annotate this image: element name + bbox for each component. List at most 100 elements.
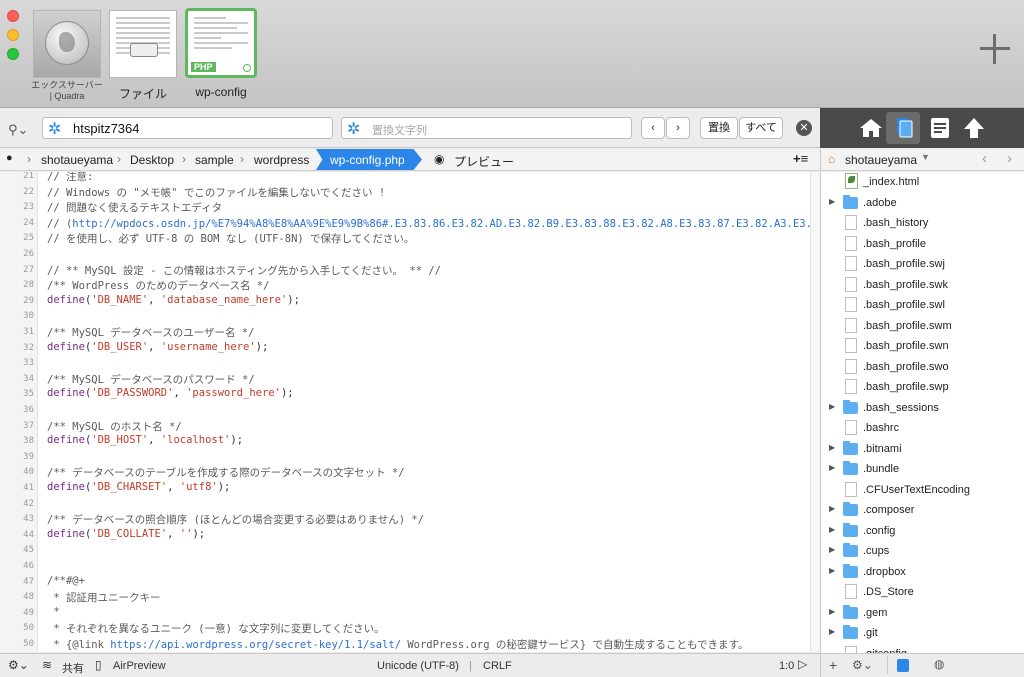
add-icon[interactable]: + [829,657,837,673]
replace-button[interactable]: 置換 [700,117,738,139]
breadcrumb-item[interactable]: shotaueyama [41,153,113,167]
folder-item[interactable]: ▶ .config [821,521,1024,541]
breadcrumb-active-file[interactable]: wp-config.php [316,149,422,170]
file-item[interactable]: .bash_profile [821,234,1024,254]
disclosure-triangle-icon[interactable]: ▶ [829,566,835,575]
breadcrumb-item[interactable]: Desktop [130,153,174,167]
code-line[interactable]: define('DB_USER', 'username_here'); [47,341,268,353]
preview-label[interactable]: プレビュー [454,153,514,170]
code-line[interactable]: /** データベースのテーブルを作成する際のデータベースの文字セット */ [47,465,405,480]
back-icon[interactable]: ‹ [982,150,987,167]
file-item[interactable]: .bash_profile.swm [821,316,1024,336]
folder-item[interactable]: ▶ .bundle [821,459,1024,479]
code-line[interactable]: // ** MySQL 設定 - この情報はホスティング先から入手してください。… [47,263,441,278]
code-line[interactable]: /**#@+ [47,575,85,587]
code-line[interactable]: // 問題なく使えるテキストエディタ [47,200,222,215]
regex-icon[interactable]: ✲ [347,119,360,139]
folder-item[interactable]: ▶ .dropbox [821,562,1024,582]
code-line[interactable]: * 認証用ユニークキー [47,590,160,605]
regex-icon[interactable]: ✲ [48,119,61,139]
find-next-button[interactable]: › [666,117,690,139]
zoom-window-button[interactable] [7,48,19,60]
folder-item[interactable]: ▶ .bash_sessions [821,398,1024,418]
code-line[interactable]: define('DB_CHARSET', 'utf8'); [47,481,230,493]
code-line[interactable]: /** データベースの照合順序 (ほとんどの場合変更する必要はありません) */ [47,512,424,527]
code-line[interactable]: define('DB_PASSWORD', 'password_here'); [47,387,294,399]
document-thumb-xserver[interactable] [33,10,101,78]
replace-all-button[interactable]: すべて [739,117,783,139]
document-thumb-wp-config[interactable]: PHP [185,8,257,78]
minimize-window-button[interactable] [7,29,19,41]
airpreview-label[interactable]: AirPreview [113,660,166,672]
file-item[interactable]: .bash_profile.swk [821,275,1024,295]
home-icon[interactable] [858,116,884,140]
folder-item[interactable]: ▶ .composer [821,500,1024,520]
file-item[interactable]: .gitconfig [821,644,1024,653]
dropdown-icon[interactable]: ▼ [921,152,930,162]
files-icon[interactable] [891,116,917,140]
code-line[interactable]: define('DB_COLLATE', ''); [47,528,205,540]
disclosure-triangle-icon[interactable]: ▶ [829,525,835,534]
forward-icon[interactable]: › [1007,150,1012,167]
chevron-down-icon[interactable]: ⌄ [410,152,419,165]
remote-globe-icon[interactable]: ◍ [934,657,944,671]
folder-item[interactable]: ▶ .adobe [821,193,1024,213]
sidebar-root-label[interactable]: shotaueyama [845,153,917,167]
new-document-icon[interactable] [980,34,1010,64]
disclosure-triangle-icon[interactable]: ▶ [829,443,835,452]
add-split-icon[interactable]: +≡ [793,151,808,166]
disclosure-triangle-icon[interactable]: ▶ [829,504,835,513]
disclosure-triangle-icon[interactable]: ▶ [829,627,835,636]
eye-icon[interactable]: ◉ [434,152,444,166]
file-item[interactable]: .bash_profile.swn [821,336,1024,356]
wifi-share-icon[interactable]: ≋ [42,658,52,672]
line-ending-label[interactable]: CRLF [483,660,512,672]
vertical-scrollbar[interactable] [810,172,820,652]
find-previous-button[interactable]: ‹ [641,117,665,139]
outline-icon[interactable] [927,116,953,140]
code-line[interactable]: * [47,606,59,618]
search-icon[interactable]: ⚲⌄ [8,122,28,138]
upload-icon[interactable] [961,116,987,140]
close-search-icon[interactable]: ✕ [796,120,812,136]
code-line[interactable]: * {@link https://api.wordpress.org/secre… [47,637,748,652]
code-editor[interactable]: 21 22 23 24 25 26 27 28 29 30 31 32 33 34 35 36 37 38 39 40… [0,172,820,652]
folder-item[interactable]: ▶ .gem [821,603,1024,623]
file-item[interactable]: .DS_Store [821,582,1024,602]
gear-icon[interactable]: ⚙⌄ [8,658,29,672]
path-menu-icon[interactable]: ● [6,152,13,164]
preview-play-icon[interactable]: ▷ [798,657,807,671]
disclosure-triangle-icon[interactable]: ▶ [829,463,835,472]
code-line[interactable]: define('DB_HOST', 'localhost'); [47,434,243,446]
code-line[interactable]: // 注意: [47,172,93,184]
file-item[interactable]: .bash_profile.swj [821,254,1024,274]
device-icon[interactable]: ▯ [95,658,102,672]
folder-item[interactable]: ▶ .git [821,623,1024,643]
local-drive-icon[interactable] [897,659,909,672]
disclosure-triangle-icon[interactable]: ▶ [829,607,835,616]
code-line[interactable]: // を使用し、必ず UTF-8 の BOM なし (UTF-8N) で保存して… [47,231,414,246]
share-label[interactable]: 共有 [62,660,84,676]
folder-item[interactable]: ▶ .bitnami [821,439,1024,459]
code-line[interactable]: * それぞれを異なるユニーク (一意) な文字列に変更してください。 [47,621,384,636]
find-input[interactable]: ✲ htspitz7364 [42,117,333,139]
breadcrumb-item[interactable]: wordpress [254,153,309,167]
file-item[interactable]: .bash_profile.swp [821,377,1024,397]
document-thumb-file[interactable] [109,10,177,78]
file-item[interactable]: .bashrc [821,418,1024,438]
gear-icon[interactable]: ⚙⌄ [852,658,873,672]
file-item[interactable]: .bash_profile.swl [821,295,1024,315]
code-line[interactable]: /** MySQL データベースのユーザー名 */ [47,325,254,340]
file-item[interactable]: .bash_history [821,213,1024,233]
folder-item[interactable]: ▶ .cups [821,541,1024,561]
code-line[interactable]: /** MySQL のホスト名 */ [47,419,182,434]
breadcrumb-item[interactable]: sample [195,153,234,167]
code-line[interactable]: // Windows の "メモ帳" でこのファイルを編集しないでください ! [47,185,385,200]
close-window-button[interactable] [7,10,19,22]
file-item[interactable]: .CFUserTextEncoding [821,480,1024,500]
replace-input[interactable]: ✲ 置換文字列 [341,117,632,139]
code-line[interactable]: define('DB_NAME', 'database_name_here'); [47,294,300,306]
disclosure-triangle-icon[interactable]: ▶ [829,402,835,411]
file-item[interactable]: .bash_profile.swo [821,357,1024,377]
code-line[interactable]: /** WordPress のためのデータベース名 */ [47,278,269,293]
